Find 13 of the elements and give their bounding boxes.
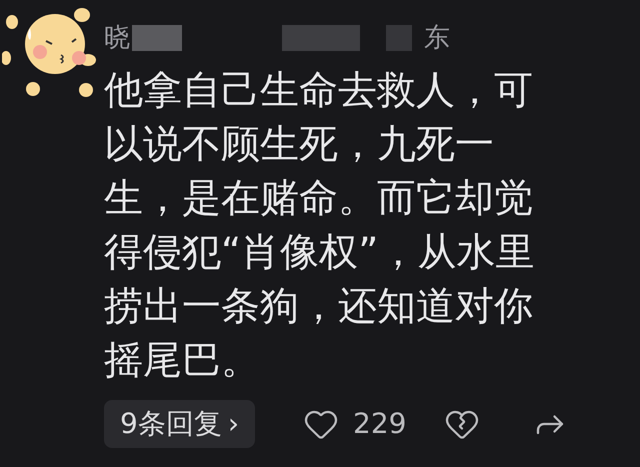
comment-text-line: 得侵犯“肖像权”，从水里 [104, 229, 536, 277]
like-count: 229 [353, 406, 406, 442]
author-name-start: 晓 [104, 22, 130, 54]
author-name-end: 东 [424, 22, 450, 54]
replies-button[interactable]: 9条回复 › [104, 400, 256, 448]
comment-text-line: 他拿自己生命去救人，可 [104, 67, 534, 115]
sun-avatar-icon [2, 6, 98, 98]
comment-text-line: 以说不顾生死，九死一 [104, 121, 495, 169]
comment-text-line: 摇尾巴。 [104, 337, 261, 385]
comment-text-line: 生，是在赌命。而它却觉 [104, 175, 534, 223]
blurred-author-name [386, 25, 412, 51]
blurred-author-name [132, 25, 182, 51]
comment-text-line: 捞出一条狗，还知道对你 [104, 283, 534, 331]
